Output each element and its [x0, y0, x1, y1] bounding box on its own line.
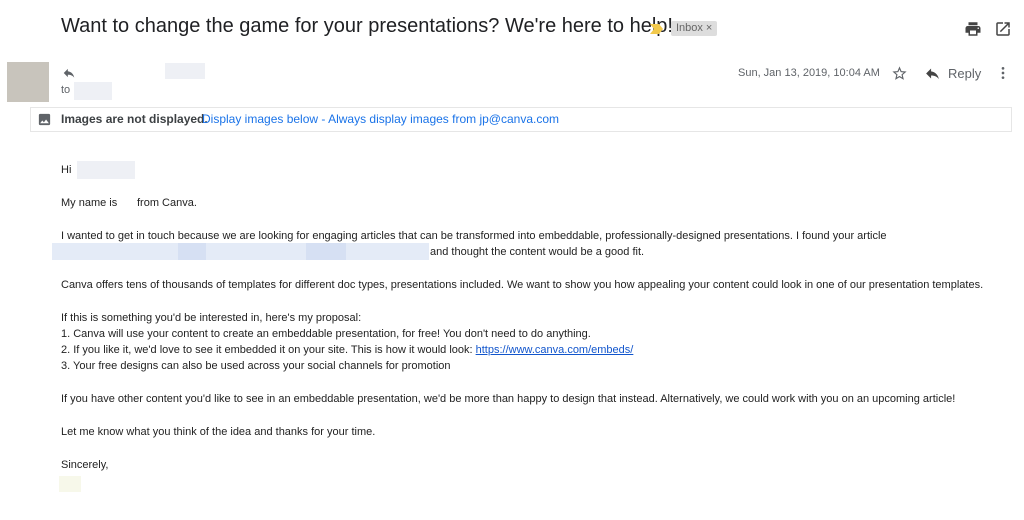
reply-button-label[interactable]: Reply	[948, 66, 981, 81]
proposal-intro: If this is something you'd be interested…	[61, 312, 362, 324]
intro-prefix: My name is	[61, 197, 118, 209]
open-in-new-window-icon[interactable]	[994, 20, 1012, 38]
reply-arrow-icon	[63, 68, 75, 78]
remove-label-button[interactable]: ×	[706, 22, 712, 34]
proposal-item-2-text: 2. If you like it, we'd love to see it e…	[61, 344, 476, 356]
recipient-redacted	[74, 82, 112, 100]
paragraph-4: Let me know what you think of the idea a…	[61, 426, 376, 438]
intro-suffix: from Canva.	[137, 197, 197, 209]
recipient-name-redacted	[77, 161, 135, 179]
reply-icon	[926, 68, 939, 80]
article-link-redacted-2[interactable]	[178, 243, 206, 260]
more-vertical-icon[interactable]	[995, 65, 1011, 81]
print-icon[interactable]	[964, 20, 982, 38]
paragraph-1-line-1: I wanted to get in touch because we are …	[61, 230, 887, 242]
signoff: Sincerely,	[61, 459, 109, 471]
article-link-redacted-1[interactable]	[52, 243, 178, 260]
importance-marker-icon[interactable]	[650, 24, 663, 34]
article-link-redacted-4[interactable]	[306, 243, 346, 260]
to-label: to	[61, 84, 71, 96]
canva-embeds-link[interactable]: https://www.canva.com/embeds/	[476, 344, 634, 356]
banner-separator: -	[318, 112, 329, 126]
inbox-label: Inbox ×	[671, 21, 718, 36]
sender-name-redacted	[165, 63, 205, 79]
email-subject: Want to change the game for your present…	[61, 15, 673, 37]
paragraph-1-line-2: and thought the content would be a good …	[430, 246, 645, 258]
sender-signature-redacted	[59, 476, 81, 492]
article-link-redacted-3[interactable]	[206, 243, 306, 260]
article-link-redacted-5[interactable]	[346, 243, 429, 260]
display-images-below-link[interactable]: Display images below	[202, 112, 318, 126]
star-icon[interactable]	[891, 65, 908, 82]
sender-avatar	[7, 62, 49, 102]
email-date: Sun, Jan 13, 2019, 10:04 AM	[738, 67, 880, 79]
proposal-item-3: 3. Your free designs can also be used ac…	[61, 360, 451, 372]
inbox-label-text: Inbox	[676, 22, 703, 34]
images-banner-links: Display images below - Always display im…	[202, 112, 559, 126]
paragraph-2: Canva offers tens of thousands of templa…	[61, 279, 984, 291]
image-icon	[38, 113, 51, 126]
paragraph-3: If you have other content you'd like to …	[61, 393, 956, 405]
greeting: Hi	[61, 164, 72, 176]
images-banner-message: Images are not displayed.	[61, 112, 208, 126]
proposal-item-2: 2. If you like it, we'd love to see it e…	[61, 344, 633, 356]
proposal-item-1: 1. Canva will use your content to create…	[61, 328, 591, 340]
always-display-images-link[interactable]: Always display images from jp@canva.com	[328, 112, 559, 126]
